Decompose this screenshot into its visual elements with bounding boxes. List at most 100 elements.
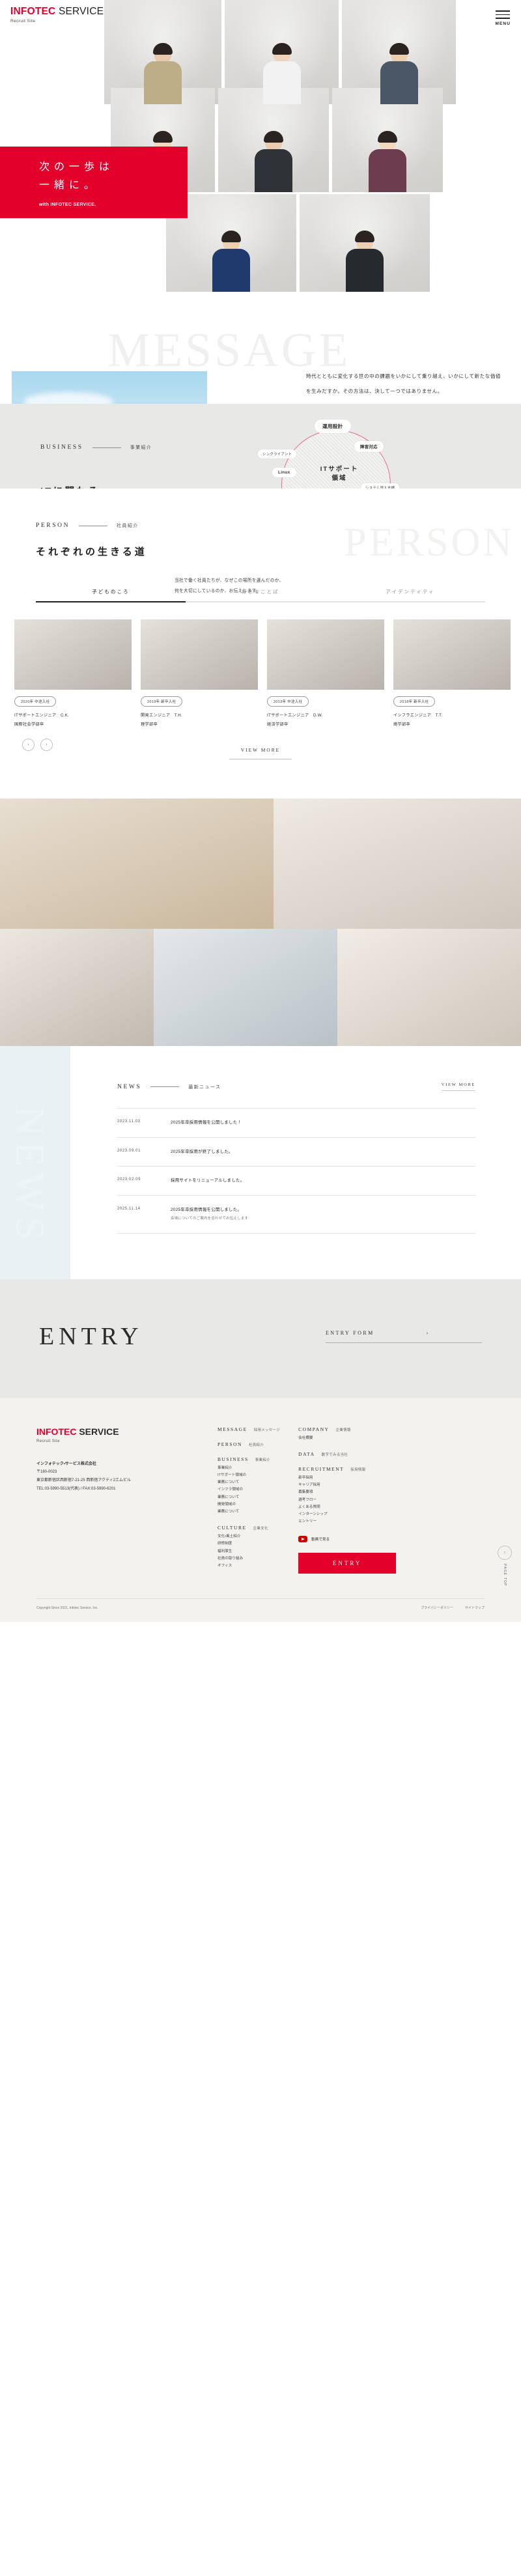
entry-section: ENTRY ENTRY FORM › xyxy=(0,1279,521,1398)
sitemap-link[interactable]: サイトマップ xyxy=(465,1606,485,1610)
news-list: 2023.11.03 2025年卒採用情報を公開しました！ 2023.09.01… xyxy=(117,1108,475,1234)
footer-link[interactable]: 開発領域の xyxy=(218,1501,280,1508)
person-badge: 2019年 中途入社 xyxy=(267,696,309,707)
hero-catchcopy: 次の一歩は 一緒に。 with INFOTEC SERVICE. xyxy=(0,147,188,218)
footer-link[interactable]: ITサポート領域の xyxy=(218,1472,280,1479)
footer-link[interactable]: 事業紹介 xyxy=(218,1465,280,1472)
footer-link[interactable]: 文化・風土紹介 xyxy=(218,1533,280,1540)
footer-link[interactable]: オフィス xyxy=(218,1563,280,1570)
business-eyebrow-en: BUSINESS xyxy=(40,444,83,451)
news-item[interactable]: 2023.11.03 2025年卒採用情報を公開しました！ xyxy=(117,1108,475,1138)
strip-photo-portrait xyxy=(337,929,521,1046)
tab-identity[interactable]: アイデンティティ xyxy=(335,588,485,602)
news-view-more-link[interactable]: VIEW MORE xyxy=(441,1083,475,1091)
news-date: 2023.09.01 xyxy=(117,1148,141,1153)
person-card[interactable]: 2018年 新卒入社 インフラエンジニア T.T. 商学部卒 xyxy=(393,619,511,727)
person-section: PERSON PERSON 社員紹介 それぞれの生きる道 当社で働く社員たちが、… xyxy=(0,488,521,799)
footer-brand: INFOTEC SERVICE Recruit Site インフォテック・サービ… xyxy=(36,1426,199,1579)
footer-entry-button[interactable]: ENTRY xyxy=(298,1553,397,1574)
news-title: 採用サイトをリニューアルしました。 xyxy=(171,1178,245,1183)
hero-photo-8 xyxy=(300,194,430,292)
footer-list-business: 事業紹介 ITサポート領域の 業務について インフラ領域の 業務について 開発領… xyxy=(218,1465,280,1516)
footer-link[interactable]: インフラ領域の xyxy=(218,1486,280,1493)
business-section: BUSINESS BUSINESS 事業紹介 ITに関わる すべてのことを VI… xyxy=(0,404,521,488)
logo-subtitle: Recruit Site xyxy=(10,18,36,23)
copyright-text: Copyright Since 2021, Infotec Service, I… xyxy=(36,1606,98,1610)
carousel-next-icon[interactable]: › xyxy=(40,739,53,751)
entry-form-link[interactable]: ENTRY FORM › xyxy=(326,1330,482,1343)
news-item[interactable]: 2023.02.09 採用サイトをリニューアルしました。 xyxy=(117,1167,475,1196)
menu-label: MENU xyxy=(495,21,511,26)
footer-link[interactable]: 社員の取り組み xyxy=(218,1555,280,1563)
person-photo xyxy=(393,619,511,690)
footer-link[interactable]: 新卒採用 xyxy=(298,1475,396,1482)
person-card[interactable]: 2019年 中途入社 ITサポートエンジニア D.W. 経済学部卒 xyxy=(267,619,384,727)
person-card[interactable]: 2019年 新卒入社 開発エンジニア T.H. 理学部卒 xyxy=(141,619,258,727)
pill-unyou-sekkei[interactable]: 運用設計 xyxy=(315,419,351,433)
footer-link[interactable]: 福利厚生 xyxy=(218,1548,280,1555)
pill-shougai-taiou[interactable]: 障害対応 xyxy=(354,441,384,452)
youtube-link[interactable]: 動画で見る xyxy=(298,1536,330,1543)
business-eyebrow: BUSINESS 事業紹介 xyxy=(40,444,210,451)
news-date: 2023.02.09 xyxy=(117,1178,141,1182)
logo-service: SERVICE xyxy=(58,6,104,17)
footer-link[interactable]: 募集要項 xyxy=(298,1489,396,1496)
footer-link[interactable]: 業務について xyxy=(218,1508,280,1516)
footer-link[interactable]: 会社概要 xyxy=(298,1435,396,1442)
pill-thin-client[interactable]: シンクライアント xyxy=(258,449,297,459)
pill-system-dounyu[interactable]: システム導入支援 xyxy=(361,483,400,488)
news-subtitle: 会場についてのご案内を合わせてお伝えします xyxy=(171,1217,249,1221)
footer-link[interactable]: 研修制度 xyxy=(218,1540,280,1548)
news-date: 2023.11.03 xyxy=(117,1120,141,1124)
page-top-label: PAGE TOP xyxy=(503,1564,507,1587)
footer-link[interactable]: 選考フロー xyxy=(298,1497,396,1504)
eyebrow-divider-icon xyxy=(150,1086,180,1087)
arrow-up-icon: ↑ xyxy=(498,1546,512,1561)
footer-heading-recruitment[interactable]: RECRUITMENT 採用情報 xyxy=(298,1466,396,1472)
site-logo[interactable]: INFOTEC SERVICE Recruit Site xyxy=(10,7,104,23)
tab-kodomo-no-koro[interactable]: 子どものころ xyxy=(36,588,186,602)
person-photo xyxy=(267,619,384,690)
page-top-button[interactable]: ↑ PAGE TOP xyxy=(498,1546,512,1587)
footer-heading-company[interactable]: COMPANY 企業情報 xyxy=(298,1426,396,1432)
footer-heading-data[interactable]: DATA 数字でみる当社 xyxy=(298,1451,396,1457)
person-header: PERSON 社員紹介 それぞれの生きる道 当社で働く社員たちが、なぜこの場所を… xyxy=(0,522,521,593)
news-date: 2025.11.14 xyxy=(117,1206,141,1211)
footer-heading-business[interactable]: BUSINESS 事業紹介 xyxy=(218,1456,280,1462)
menu-button[interactable]: MENU xyxy=(495,7,511,26)
hero-catch-line2: 一緒に。 xyxy=(39,179,100,191)
person-eyebrow-en: PERSON xyxy=(36,522,70,529)
footer-link[interactable]: 業務について xyxy=(218,1494,280,1501)
footer-copyright-bar: Copyright Since 2021, Infotec Service, I… xyxy=(36,1598,485,1610)
footer-logo-sub: Recruit Site xyxy=(36,1439,60,1443)
footer-link[interactable]: キャリア採用 xyxy=(298,1482,396,1489)
eyebrow-divider-icon xyxy=(92,447,121,448)
pill-linux[interactable]: Linux xyxy=(272,468,296,477)
person-view-more-link[interactable]: VIEW MORE xyxy=(229,747,292,759)
privacy-policy-link[interactable]: プライバシーポリシー xyxy=(421,1606,453,1610)
carousel-prev-icon[interactable]: ‹ xyxy=(22,739,35,751)
footer-link[interactable]: インターンシップ xyxy=(298,1511,396,1518)
footer-link[interactable]: 業務について xyxy=(218,1479,280,1486)
youtube-label: 動画で見る xyxy=(311,1538,330,1542)
person-badge: 2019年 新卒入社 xyxy=(141,696,183,707)
person-card[interactable]: 2020年 中途入社 ITサポートエンジニア C.K. 国際社会学部卒 xyxy=(14,619,132,727)
footer-heading-message[interactable]: MESSAGE 採用メッセージ xyxy=(218,1426,280,1432)
news-item[interactable]: 2023.09.01 2025年卒採用が終了しました。 xyxy=(117,1138,475,1167)
news-eyebrow-jp: 最新ニュース xyxy=(188,1084,221,1090)
news-eyebrow-en: NEWS xyxy=(117,1083,142,1090)
footer-logo[interactable]: INFOTEC SERVICE xyxy=(36,1426,199,1437)
footer-logo-infotec: INFOTEC xyxy=(36,1426,77,1437)
news-item[interactable]: 2025.11.14 2025年卒採用情報を公開しました。 会場についてのご案内… xyxy=(117,1196,475,1234)
message-heading-line1: ITでもっと xyxy=(47,403,184,404)
news-title-text: 2025年卒採用情報を公開しました。 xyxy=(171,1207,242,1212)
footer-link[interactable]: エントリー xyxy=(298,1518,396,1525)
footer-link[interactable]: よくある質問 xyxy=(298,1504,396,1511)
footer-zip: 〒160-0023 xyxy=(36,1470,57,1475)
hero-section: 次の一歩は 一緒に。 with INFOTEC SERVICE. xyxy=(0,0,521,296)
message-heading: ITでもっと 世の中を良くしたい。 xyxy=(47,403,184,404)
footer-heading-culture[interactable]: CULTURE 企業文化 xyxy=(218,1525,280,1531)
news-title: 2025年卒採用情報を公開しました！ xyxy=(171,1120,242,1125)
news-eyebrow: NEWS 最新ニュース xyxy=(117,1084,221,1090)
footer-heading-person[interactable]: PERSON 社員紹介 xyxy=(218,1441,280,1447)
